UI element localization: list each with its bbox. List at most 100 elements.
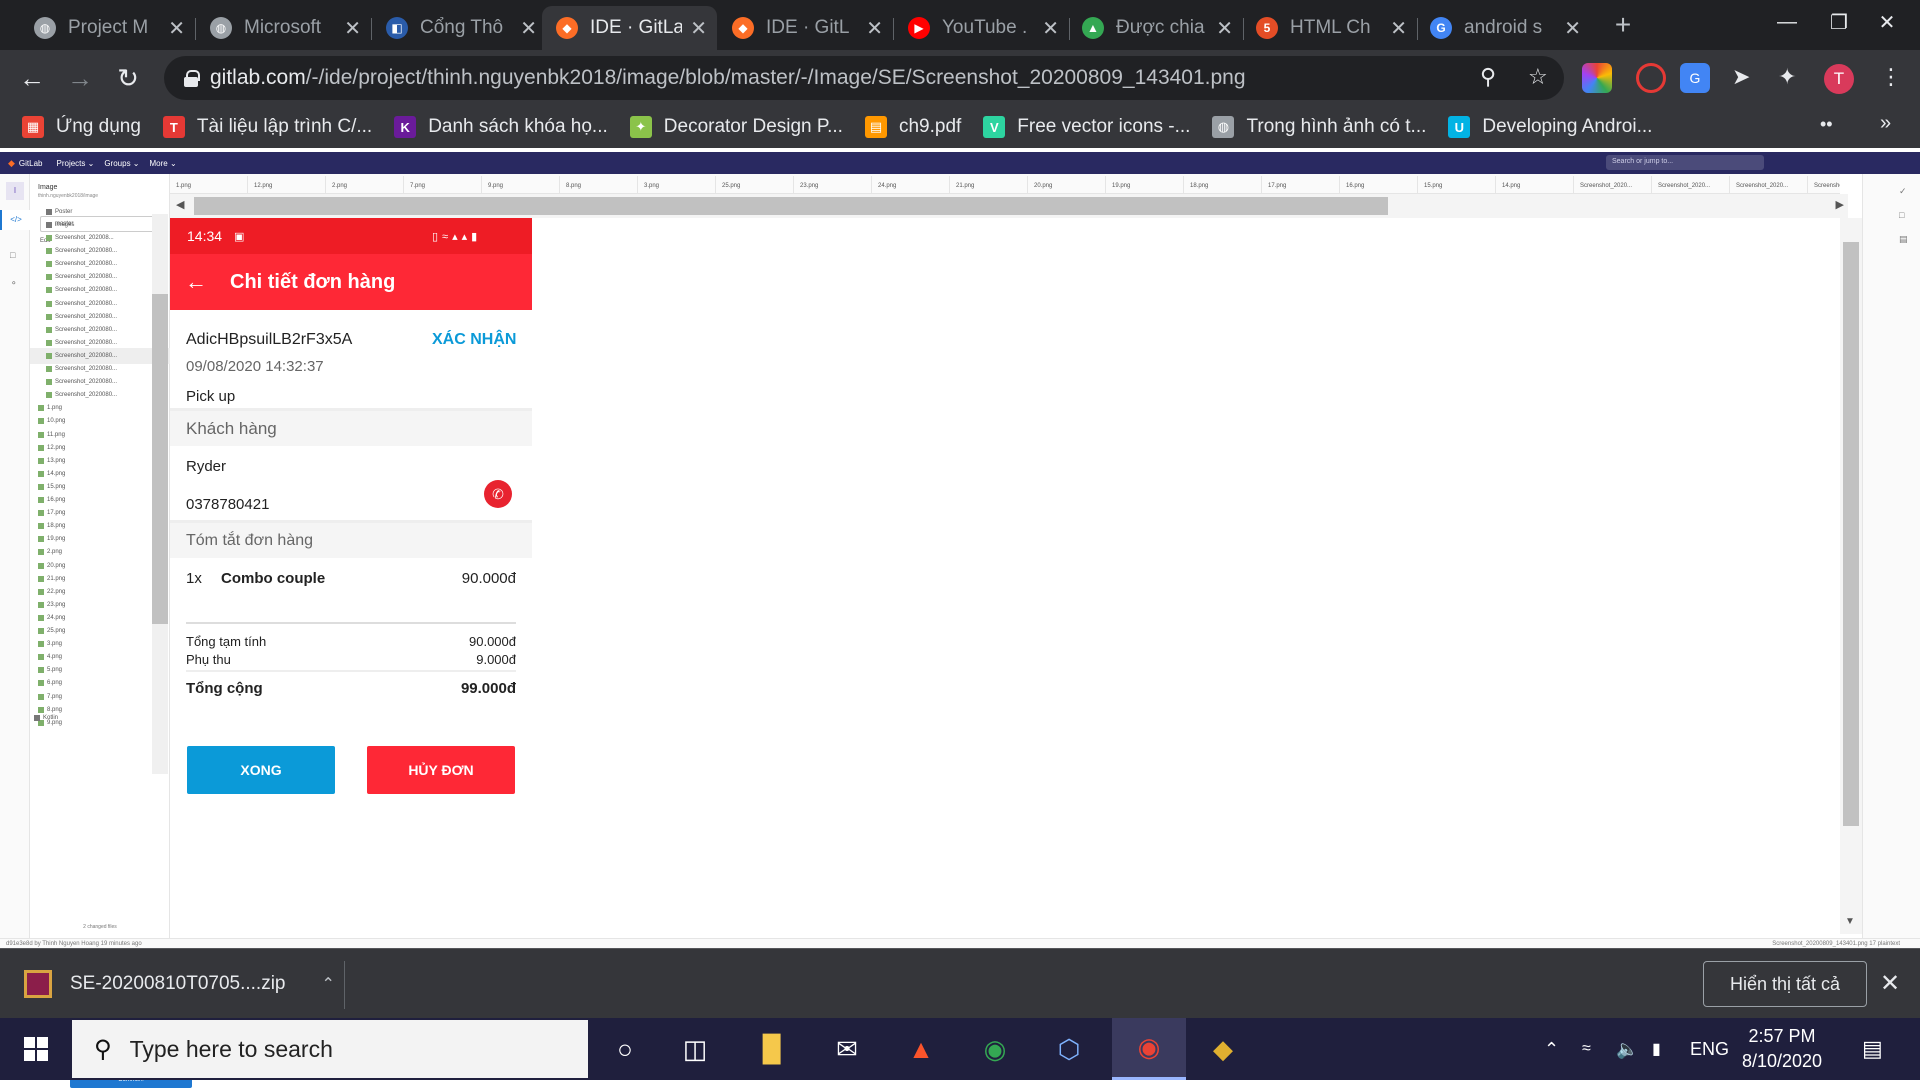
editor-file-tab[interactable]: 24.png [872,176,950,193]
tree-folder[interactable]: Kotlin [30,710,170,726]
bookmark-item[interactable]: T Tài liệu lập trình C/... [162,116,372,138]
bookmark-item[interactable]: V Free vector icons -... [983,116,1190,138]
cancel-order-button[interactable]: HỦY ĐƠN [367,746,515,794]
mail-icon[interactable]: ✉ [810,1018,884,1080]
tab-close-icon[interactable]: ✕ [168,16,185,41]
chrome-profile-t-icon[interactable]: ◉ [1112,1018,1186,1080]
tab-close-icon[interactable]: ✕ [344,16,361,41]
projects-menu[interactable]: Projects ⌄ [57,159,95,168]
browser-tab[interactable]: ◍ Project M ✕ [20,6,195,50]
browser-tab[interactable]: 5 HTML Ch ✕ [1242,6,1417,50]
brave-browser-icon[interactable]: ▲ [884,1018,958,1080]
scroll-right-icon[interactable]: ▶ [1836,198,1844,211]
battery-icon[interactable]: ▮ [1652,1018,1661,1080]
file-explorer-icon[interactable]: ▉ [736,1018,810,1080]
editor-file-tab[interactable]: 18.png [1184,176,1262,193]
editor-file-tab[interactable]: 16.png [1340,176,1418,193]
project-avatar-icon[interactable]: I [6,182,24,200]
phone-call-icon[interactable]: ✆ [484,480,512,508]
virtualbox-icon[interactable]: ⬡ [1032,1018,1106,1080]
volume-icon[interactable]: 🔈 [1616,1018,1638,1080]
horizontal-scrollbar-thumb[interactable] [194,197,1388,215]
bookmark-item[interactable]: ◍ Trong hình ảnh có t... [1212,116,1426,138]
tab-close-icon[interactable]: ✕ [1042,16,1059,41]
task-view-icon[interactable]: ◫ [658,1018,732,1080]
editor-file-tab[interactable]: Screenshot_2020... [1808,176,1840,193]
tab-close-icon[interactable]: ✕ [1216,16,1233,41]
editor-file-tab[interactable]: 1.png [170,176,248,193]
commit-icon[interactable]: ⚬ [10,278,18,289]
windows-start-icon[interactable] [0,1018,72,1080]
editor-file-tab[interactable]: 20.png [1028,176,1106,193]
browser-tab[interactable]: Gandroid s ✕ [1416,6,1591,50]
editor-file-tab[interactable]: 21.png [950,176,1028,193]
done-button[interactable]: XONG [187,746,335,794]
confirm-order-link[interactable]: XÁC NHẬN [432,331,516,349]
browser-tab[interactable]: ▶ YouTube . ✕ [894,6,1069,50]
reload-icon[interactable]: ↻ [110,60,146,96]
menu-kebab-icon[interactable]: ⋮ [1880,64,1902,90]
more-menu[interactable]: More ⌄ [150,159,177,168]
groups-menu[interactable]: Groups ⌄ [104,159,139,168]
scroll-left-icon[interactable]: ◀ [176,198,184,211]
bookmark-item[interactable]: U Developing Androi... [1448,116,1652,138]
editor-file-tab[interactable]: 9.png [482,176,560,193]
gitlab-nav-item[interactable]: GitLab [19,159,43,168]
extensions-puzzle-icon[interactable]: ✦ [1778,64,1796,90]
horizontal-scrollbar[interactable]: ◀ ▶ [170,194,1848,218]
editor-file-tab[interactable]: 14.png [1496,176,1574,193]
tab-close-icon[interactable]: ✕ [1390,16,1407,41]
tree-scrollbar-thumb[interactable] [152,294,168,624]
show-all-downloads-button[interactable]: Hiển thị tất cả [1703,961,1867,1007]
edit-mode-icon[interactable]: </> [0,210,30,230]
cursor-extension-icon[interactable]: ➤ [1732,64,1750,90]
editor-file-tab[interactable]: Screenshot_2020... [1574,176,1652,193]
scroll-down-icon[interactable]: ▼ [1845,916,1855,927]
show-hidden-icons[interactable]: ⌃ [1544,1018,1559,1080]
editor-file-tab[interactable]: 3.png [638,176,716,193]
editor-file-tab[interactable]: 17.png [1262,176,1340,193]
editor-file-tab[interactable]: 2.png [326,176,404,193]
pipeline-icon[interactable]: ✓ [1899,186,1907,197]
editor-file-tab[interactable]: 7.png [404,176,482,193]
color-picker-extension-icon[interactable] [1582,63,1612,93]
editor-file-tab[interactable]: Screenshot_2020... [1730,176,1808,193]
bookmark-item[interactable]: K Danh sách khóa họ... [394,116,608,138]
editor-file-tab[interactable]: 8.png [560,176,638,193]
bookmark-item[interactable]: ▤ ch9.pdf [864,116,961,138]
editor-file-tab[interactable]: Screenshot_2020... [1652,176,1730,193]
tab-close-icon[interactable]: ✕ [866,16,883,41]
chrome-profile-h-icon[interactable]: ◉ [958,1018,1032,1080]
system-clock[interactable]: 2:57 PM 8/10/2020 [1722,1024,1842,1074]
close-window-button[interactable]: ✕ [1854,0,1920,44]
browser-tab[interactable]: ◆ IDE · GitLa ✕ [542,6,717,50]
forward-arrow-icon[interactable]: → [62,60,98,96]
review-icon[interactable]: □ [10,250,15,260]
vertical-scrollbar-thumb[interactable] [1843,242,1859,826]
cortana-icon[interactable]: ○ [588,1018,662,1080]
bookmark-item[interactable]: ▦ Ứng dụng [22,116,141,138]
bookmark-star-icon[interactable]: ☆ [1528,64,1548,90]
tab-close-icon[interactable]: ✕ [520,16,537,41]
notification-center-icon[interactable]: ▤ [1862,1018,1883,1080]
chevron-up-icon[interactable]: ⌃ [322,974,335,994]
network-icon[interactable]: ≈ [1582,1018,1591,1080]
browser-tab[interactable]: ◍ Microsoft ✕ [196,6,371,50]
chevron-double-right-icon[interactable]: » [1880,112,1891,135]
more-bookmarks-icon[interactable]: •• [1820,114,1833,135]
gitlab-search-input[interactable]: Search or jump to... [1606,155,1764,170]
browser-tab[interactable]: ◆ IDE · GitL ✕ [718,6,893,50]
back-arrow-icon[interactable]: ← [185,269,207,295]
editor-file-tab[interactable]: 25.png [716,176,794,193]
zoom-search-icon[interactable]: ⚲ [1480,64,1496,90]
profile-avatar[interactable]: T [1824,64,1854,94]
editor-file-tab[interactable]: 19.png [1106,176,1184,193]
close-icon[interactable]: ✕ [1880,969,1900,998]
address-bar[interactable]: gitlab.com/-/ide/project/thinh.nguyenbk2… [164,56,1564,100]
tab-close-icon[interactable]: ✕ [690,16,707,41]
new-tab-button[interactable]: + [1606,8,1640,42]
git-kraken-icon[interactable]: ◆ [1186,1018,1260,1080]
taskbar-search-box[interactable]: ⚲ Type here to search [72,1020,588,1078]
bookmark-item[interactable]: ✦ Decorator Design P... [629,116,843,138]
lastpass-extension-icon[interactable] [1636,63,1666,93]
